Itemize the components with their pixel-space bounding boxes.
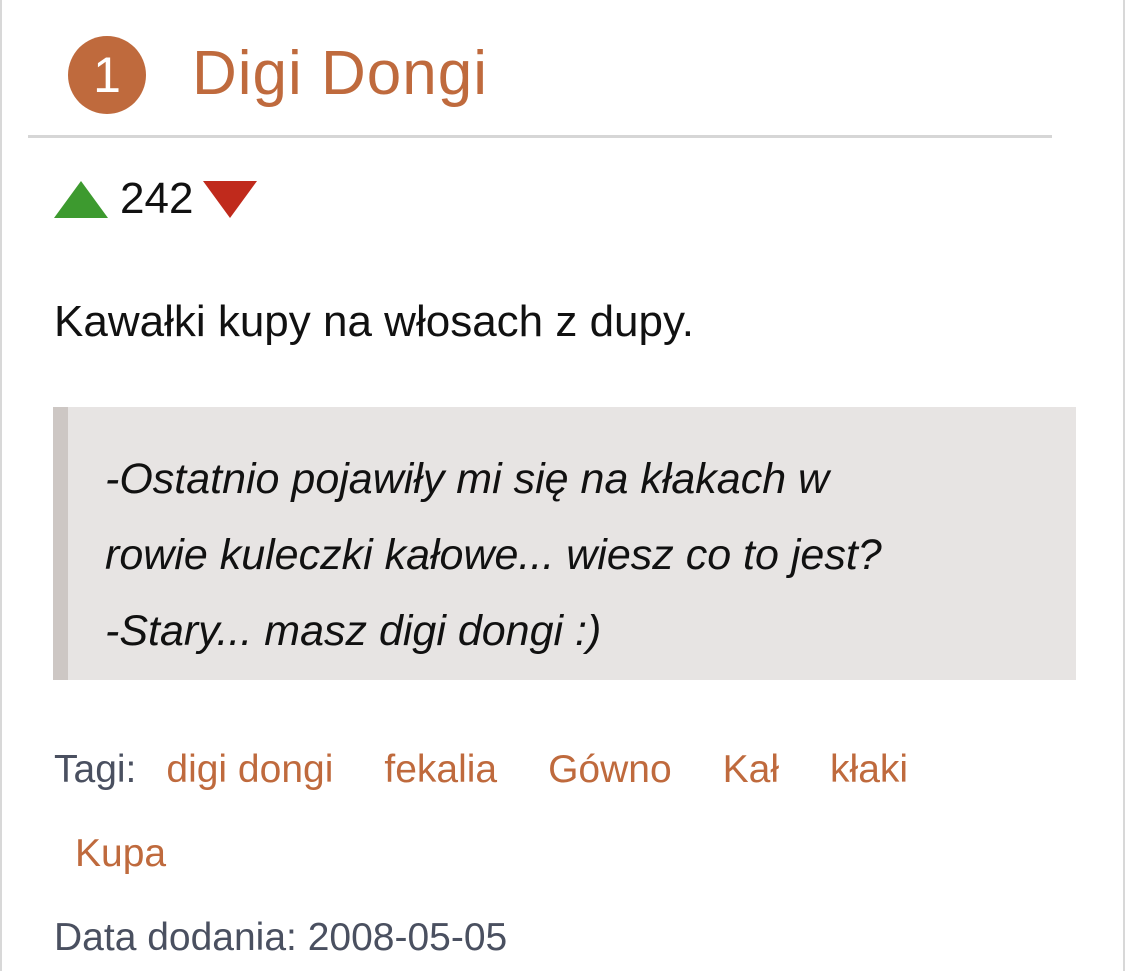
tag-link[interactable]: fekalia	[384, 740, 497, 800]
tag-link[interactable]: Kał	[723, 740, 779, 800]
vote-score: 242	[120, 174, 194, 223]
tag-link[interactable]: digi dongi	[166, 740, 333, 800]
tag-list-overflow: Kupa	[75, 824, 217, 884]
entry-definition: Kawałki kupy na włosach z dupy.	[54, 297, 694, 346]
downvote-icon[interactable]	[203, 180, 258, 218]
example-line: -Ostatnio pojawiły mi się na kłakach w	[105, 455, 830, 503]
example-line: -Stary... masz digi dongi :)	[105, 607, 602, 655]
tag-link[interactable]: Gówno	[548, 740, 672, 800]
example-line: rowie kuleczki kałowe... wiesz co to jes…	[105, 531, 882, 579]
tag-link[interactable]: kłaki	[830, 740, 908, 800]
rank-badge: 1	[68, 36, 146, 114]
entry-header: 1 Digi Dongi	[28, 0, 1052, 138]
date-added: Data dodania: 2008-05-05	[54, 908, 507, 968]
dictionary-entry-page: 1 Digi Dongi 242 Kawałki kupy na włosach…	[0, 0, 1125, 971]
entry-title[interactable]: Digi Dongi	[192, 36, 488, 112]
date-value: 2008-05-05	[307, 916, 508, 959]
usage-example: -Ostatnio pojawiły mi się na kłakach w r…	[53, 407, 1076, 680]
date-label: Data dodania:	[54, 916, 297, 959]
tags-label: Tagi:	[54, 748, 137, 791]
upvote-icon[interactable]	[54, 180, 108, 218]
tag-link[interactable]: Kupa	[75, 824, 166, 884]
tag-list: Tagi: digi dongi fekalia Gówno Kał kłaki	[54, 740, 1054, 800]
vote-controls: 242	[54, 174, 258, 223]
